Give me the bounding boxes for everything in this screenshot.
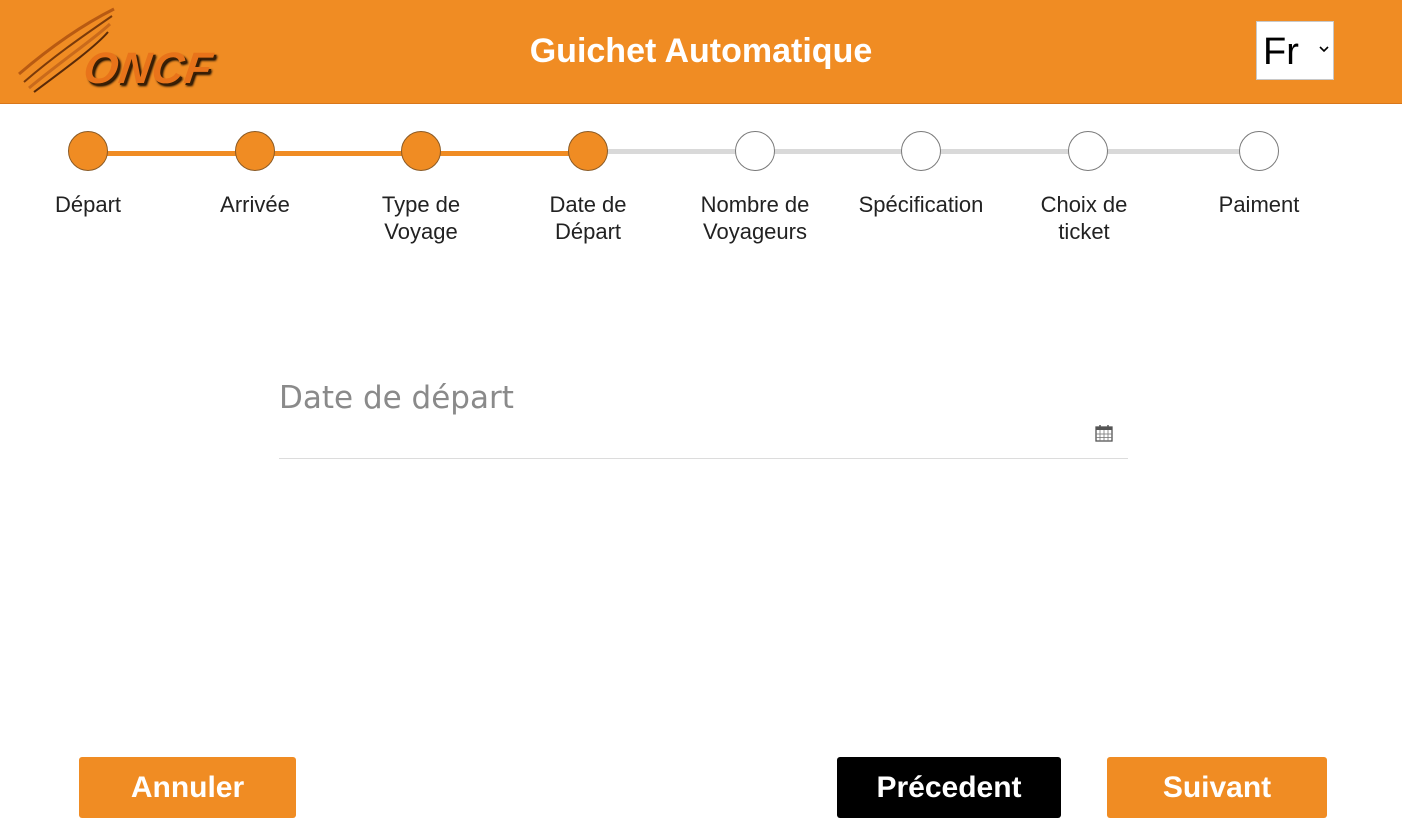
departure-date-field[interactable]: Date de départ: [279, 370, 1128, 460]
progress-stepper: Départ Arrivée Type de Voyage Date de Dépar…: [0, 110, 1402, 260]
step-indicator: [68, 131, 108, 171]
next-button[interactable]: Suivant: [1107, 757, 1327, 818]
step-label: Type de Voyage: [381, 192, 461, 244]
step-label: Départ: [54, 192, 122, 217]
step-indicator: [901, 131, 941, 171]
chevron-down-icon: [1319, 40, 1329, 56]
page-title: Guichet Automatique: [529, 32, 873, 70]
step-indicator: [735, 131, 775, 171]
step-label: Date de Départ: [549, 192, 627, 244]
step-label: Nombre de Voyageurs: [700, 192, 810, 244]
step-connector: [755, 149, 921, 154]
step-connector: [1088, 149, 1259, 154]
calendar-icon[interactable]: [1095, 424, 1113, 442]
date-underline: [279, 458, 1128, 459]
step-label: Paiment: [1218, 192, 1300, 217]
step-label: Arrivée: [220, 192, 290, 217]
language-selected-value: Fr: [1263, 31, 1299, 73]
step-indicator: [568, 131, 608, 171]
step-indicator: [1068, 131, 1108, 171]
step-connector: [421, 151, 588, 156]
language-select[interactable]: Fr: [1256, 21, 1334, 80]
step-label: Spécification: [858, 192, 984, 217]
step-connector: [88, 151, 255, 156]
step-connector: [588, 149, 755, 154]
date-placeholder: Date de départ: [279, 380, 514, 416]
previous-button[interactable]: Précedent: [837, 757, 1061, 818]
step-indicator: [1239, 131, 1279, 171]
step-label: Choix de ticket: [1040, 192, 1128, 244]
step-indicator: [235, 131, 275, 171]
step-indicator: [401, 131, 441, 171]
cancel-button[interactable]: Annuler: [79, 757, 296, 818]
step-connector: [255, 151, 421, 156]
step-connector: [921, 149, 1088, 154]
app-header: ONCF Guichet Automatique Fr: [0, 0, 1402, 104]
